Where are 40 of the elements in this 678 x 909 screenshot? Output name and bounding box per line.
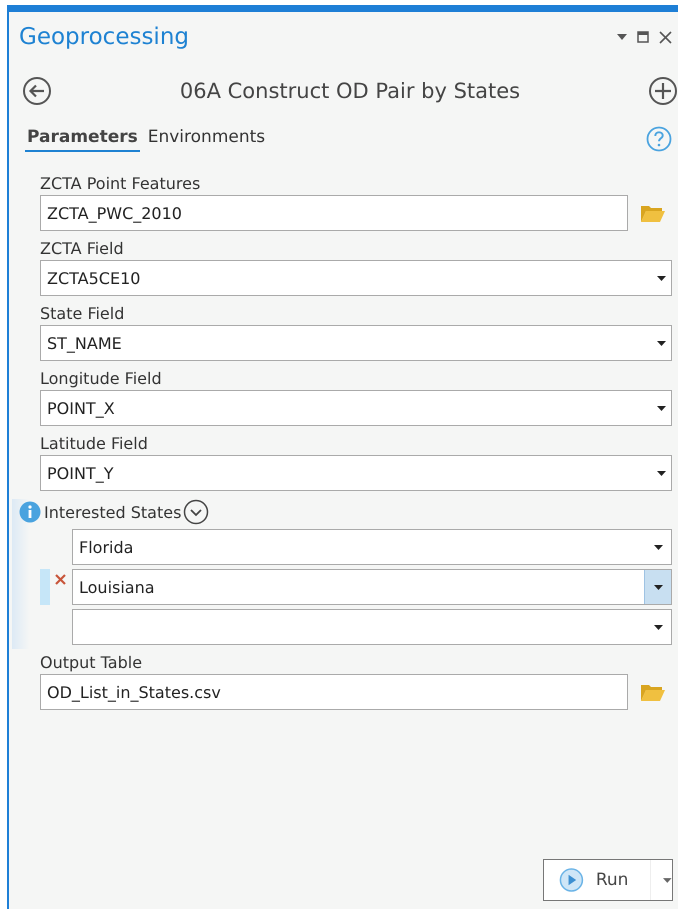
caret-icon — [654, 624, 662, 630]
input-field[interactable] — [72, 609, 672, 645]
input-field[interactable]: Louisiana — [72, 569, 672, 605]
input-field[interactable]: POINT_Y — [40, 455, 672, 491]
input-field[interactable]: POINT_X — [40, 390, 672, 426]
parameter-label: Output Table — [40, 653, 144, 672]
chevron-down-icon[interactable] — [183, 499, 210, 525]
play-icon — [559, 867, 584, 893]
tab[interactable]: Environments — [146, 127, 268, 152]
tab[interactable]: Parameters — [25, 127, 140, 152]
input-field[interactable]: ZCTA5CE10 — [40, 260, 672, 296]
caret-icon — [654, 584, 662, 590]
input-field[interactable]: Florida — [72, 529, 672, 565]
input-field[interactable]: ST_NAME — [40, 325, 672, 361]
close-icon[interactable] — [659, 30, 672, 44]
panel-title: Geoprocessing — [19, 24, 189, 50]
parameter-label: State Field — [40, 304, 126, 323]
back-icon[interactable] — [22, 76, 52, 106]
caret-icon — [657, 406, 666, 410]
help-icon[interactable] — [646, 126, 672, 152]
parameter-label: Latitude Field — [40, 434, 149, 453]
parameter-label: ZCTA Field — [40, 239, 125, 258]
parameter-label: Longitude Field — [40, 369, 163, 388]
caret-icon — [657, 340, 666, 346]
tool-title: 06A Construct OD Pair by States — [180, 79, 520, 103]
dropdown-icon[interactable] — [617, 34, 627, 40]
caret-icon — [657, 276, 666, 280]
input-field[interactable]: OD_List_in_States.csv — [40, 674, 628, 710]
parameter-label: Interested States — [44, 502, 182, 522]
input-field[interactable]: ZCTA_PWC_2010 — [40, 195, 628, 231]
info-icon[interactable] — [19, 501, 41, 523]
maximize-icon[interactable] — [637, 31, 649, 43]
parameter-label: ZCTA Point Features — [40, 174, 202, 193]
add-icon[interactable] — [648, 76, 678, 106]
caret-icon — [654, 544, 662, 550]
remove-icon[interactable] — [55, 574, 66, 585]
caret-icon — [657, 470, 666, 476]
caret-icon[interactable] — [663, 878, 672, 882]
selection-bar — [40, 569, 50, 605]
run-button[interactable]: Run — [543, 859, 673, 901]
